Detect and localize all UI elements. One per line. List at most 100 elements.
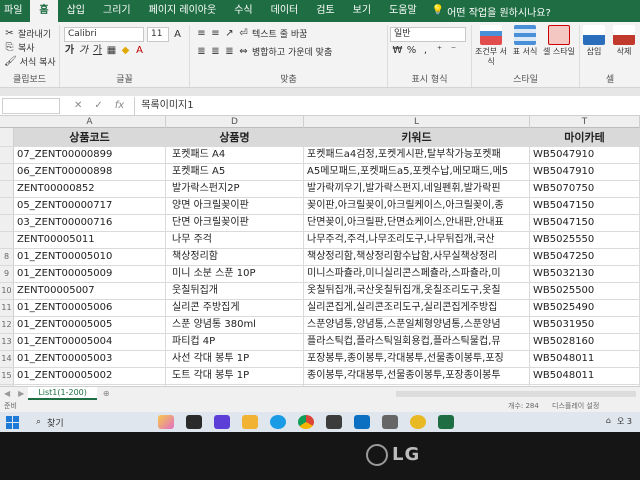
merge-center-button[interactable]: 병합하고 가운데 맞춤 bbox=[252, 45, 332, 58]
cell-product-code[interactable]: ZENT00005007 bbox=[14, 283, 166, 299]
bold-icon[interactable]: 가 bbox=[64, 45, 75, 57]
row-number[interactable]: 11 bbox=[0, 300, 14, 316]
kakao-icon[interactable] bbox=[410, 415, 426, 429]
cell-keyword[interactable]: 단면꽂이,아크릴판,단면쇼케이스,안내판,안내표 bbox=[304, 215, 530, 231]
row-number[interactable]: 13 bbox=[0, 334, 14, 350]
cell-keyword[interactable]: 책상정리함,책상정리함수납함,사무실책상정리 bbox=[304, 249, 530, 265]
cell-product-name[interactable]: 단면 아크릴꽂이판 bbox=[166, 215, 304, 231]
header-product-name[interactable]: 상품명 bbox=[166, 128, 304, 146]
cell-product-code[interactable]: 01_ZENT00005002 bbox=[14, 368, 166, 384]
row-number[interactable] bbox=[0, 164, 14, 180]
file-explorer-icon[interactable] bbox=[242, 415, 258, 429]
row-number[interactable] bbox=[0, 232, 14, 248]
border-icon[interactable]: ▦ bbox=[106, 45, 117, 57]
cell-product-name[interactable]: 파티컵 4P bbox=[166, 334, 304, 350]
edge-icon[interactable] bbox=[270, 415, 286, 429]
cell-product-code[interactable]: 01_ZENT00005010 bbox=[14, 249, 166, 265]
tab-insert[interactable]: 삽입 bbox=[58, 0, 94, 22]
cell-keyword[interactable]: A5메모패드,포켓패드a5,포켓수납,메모패드,메5 bbox=[304, 164, 530, 180]
cell-product-code[interactable]: 01_ZENT00005003 bbox=[14, 351, 166, 367]
tab-file[interactable]: 파일 bbox=[0, 0, 30, 22]
cell-category[interactable]: WB5047910 bbox=[530, 147, 640, 163]
increase-decimal-icon[interactable]: ⁺ bbox=[434, 45, 445, 57]
header-product-code[interactable]: 상품코드 bbox=[14, 128, 166, 146]
cell-product-code[interactable]: ZENT00000852 bbox=[14, 181, 166, 197]
display-settings-button[interactable]: 디스플레이 설정 bbox=[552, 400, 599, 412]
add-sheet-button[interactable]: ⊕ bbox=[103, 389, 110, 398]
cell-category[interactable]: WB5070750 bbox=[530, 181, 640, 197]
row-number[interactable]: 14 bbox=[0, 351, 14, 367]
cell-keyword[interactable]: 나무주걱,주걱,나무조리도구,나무뒤집개,국산 bbox=[304, 232, 530, 248]
cell-keyword[interactable]: 포켓패드a4검정,포켓게시판,탈부착가능포켓패 bbox=[304, 147, 530, 163]
cell-product-code[interactable]: 01_ZENT00005005 bbox=[14, 317, 166, 333]
cell-keyword[interactable]: 옷칠뒤집개,국산옷칠뒤집개,옷칠조리도구,옷칠 bbox=[304, 283, 530, 299]
tab-formulas[interactable]: 수식 bbox=[225, 0, 261, 22]
windows-start-icon[interactable] bbox=[6, 415, 24, 429]
cell-category[interactable]: WB5047150 bbox=[530, 215, 640, 231]
insert-cells-button[interactable]: 삽입 bbox=[580, 25, 608, 57]
column-header-t[interactable]: T bbox=[530, 116, 640, 128]
conditional-format-button[interactable]: 조건부 서식 bbox=[474, 25, 508, 67]
cell-product-name[interactable]: 발가락스펀지2P bbox=[166, 181, 304, 197]
cell-product-code[interactable]: 07_ZENT00000899 bbox=[14, 147, 166, 163]
cell-category[interactable]: WB5025490 bbox=[530, 300, 640, 316]
cell-product-name[interactable]: 웃칠뒤집개 bbox=[166, 283, 304, 299]
horizontal-scrollbar[interactable] bbox=[396, 391, 636, 397]
align-right-icon[interactable]: ≣ bbox=[224, 46, 235, 58]
tab-help[interactable]: 도움말 bbox=[380, 0, 426, 22]
header-category[interactable]: 마이카테 bbox=[530, 128, 640, 146]
tab-home[interactable]: 홈 bbox=[30, 0, 58, 22]
name-box[interactable] bbox=[2, 97, 60, 114]
tab-page-layout[interactable]: 페이지 레이아웃 bbox=[140, 0, 226, 22]
store-icon[interactable] bbox=[326, 415, 342, 429]
cell-keyword[interactable]: 포장봉투,종이봉투,각대봉투,선물종이봉투,포징 bbox=[304, 351, 530, 367]
clock[interactable]: 오 3 bbox=[617, 416, 632, 427]
decrease-decimal-icon[interactable]: ⁻ bbox=[448, 45, 459, 57]
taskbar-search[interactable]: ⌕ 찾기 bbox=[32, 414, 152, 430]
number-format-combo[interactable]: 일반 bbox=[390, 27, 466, 42]
currency-icon[interactable]: ₩ bbox=[392, 45, 403, 57]
comma-button[interactable]: , bbox=[420, 45, 431, 57]
row-number[interactable]: 10 bbox=[0, 283, 14, 299]
cell-product-name[interactable]: 포켓패드 A5 bbox=[166, 164, 304, 180]
cell-product-name[interactable]: 도트 각대 봉투 1P bbox=[166, 368, 304, 384]
cut-button[interactable]: ✂ 잘라내기 bbox=[4, 27, 51, 41]
cell-product-name[interactable]: 사선 각대 봉투 1P bbox=[166, 351, 304, 367]
cell-product-name[interactable]: 실리콘 주방집게 bbox=[166, 300, 304, 316]
format-painter-button[interactable]: 🖌 서식 복사 bbox=[4, 55, 56, 69]
cell-product-name[interactable]: 포켓패드 A4 bbox=[166, 147, 304, 163]
cell-product-code[interactable]: 01_ZENT00005009 bbox=[14, 266, 166, 282]
fx-icon[interactable]: fx bbox=[115, 100, 124, 111]
cell-category[interactable]: WB5047150 bbox=[530, 198, 640, 214]
cell-product-name[interactable]: 양면 아크릴꽂이판 bbox=[166, 198, 304, 214]
row-number[interactable]: 12 bbox=[0, 317, 14, 333]
row-number[interactable] bbox=[0, 181, 14, 197]
tab-data[interactable]: 데이터 bbox=[262, 0, 308, 22]
font-size-combo[interactable]: 11 bbox=[147, 27, 169, 42]
align-center-icon[interactable]: ≣ bbox=[210, 46, 221, 58]
underline-icon[interactable]: 가 bbox=[92, 45, 103, 57]
cell-style-button[interactable]: 셀 스타일 bbox=[542, 25, 576, 57]
column-header-d[interactable]: D bbox=[166, 116, 304, 128]
row-number[interactable]: 15 bbox=[0, 368, 14, 384]
row-number[interactable] bbox=[0, 147, 14, 163]
wrap-text-button[interactable]: 텍스트 줄 바꿈 bbox=[252, 27, 307, 40]
cancel-icon[interactable]: ✕ bbox=[74, 100, 82, 111]
column-header-a[interactable]: A bbox=[14, 116, 166, 128]
row-number[interactable]: 8 bbox=[0, 249, 14, 265]
network-icon[interactable]: ⌂ bbox=[606, 416, 611, 427]
cell-category[interactable]: WB5028160 bbox=[530, 334, 640, 350]
cell-category[interactable]: WB5025500 bbox=[530, 283, 640, 299]
cell-category[interactable]: WB5025550 bbox=[530, 232, 640, 248]
enter-icon[interactable]: ✓ bbox=[94, 100, 102, 111]
cell-product-code[interactable]: 01_ZENT00005006 bbox=[14, 300, 166, 316]
tab-review[interactable]: 검토 bbox=[307, 0, 343, 22]
cell-product-code[interactable]: 05_ZENT00000717 bbox=[14, 198, 166, 214]
cell-product-name[interactable]: 나무 주걱 bbox=[166, 232, 304, 248]
widgets-icon[interactable] bbox=[158, 415, 174, 429]
app-icon[interactable] bbox=[382, 415, 398, 429]
worksheet-grid[interactable]: A D L T 상품코드 상품명 키워드 마이카테 07_ZENT0000089… bbox=[0, 116, 640, 386]
copy-button[interactable]: ⎘ 복사 bbox=[4, 41, 35, 55]
sheet-next-icon[interactable]: ▶ bbox=[14, 389, 28, 398]
align-top-icon[interactable]: ≡ bbox=[196, 28, 207, 40]
